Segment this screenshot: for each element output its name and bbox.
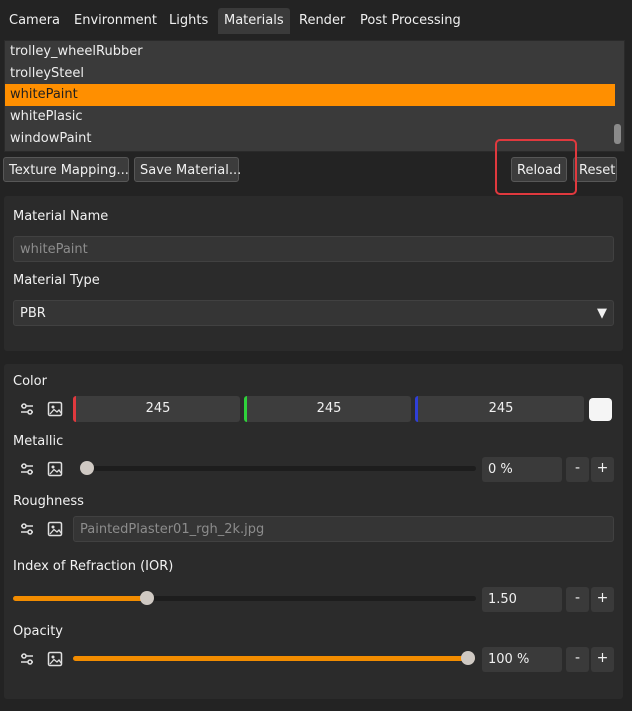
color-red-field[interactable]: 245 [73,396,240,422]
image-icon[interactable] [47,401,63,417]
roughness-label: Roughness [13,494,84,509]
metallic-value-field[interactable]: 0 % [482,457,562,482]
material-name-label: Material Name [13,209,109,224]
sliders-icon[interactable] [19,401,35,417]
reset-button[interactable]: Reset [573,157,617,182]
list-item[interactable]: whitePlasic [5,106,615,128]
opacity-increment-button[interactable]: + [591,647,614,672]
opacity-value-field[interactable]: 100 % [482,647,562,672]
sliders-icon[interactable] [19,461,35,477]
sliders-icon[interactable] [19,521,35,537]
color-label: Color [13,374,47,389]
material-type-value: PBR [20,306,46,321]
tab-lights[interactable]: Lights [163,8,214,34]
ior-increment-button[interactable]: + [591,587,614,612]
tab-render[interactable]: Render [293,8,351,34]
roughness-texture-field[interactable]: PaintedPlaster01_rgh_2k.jpg [73,516,614,542]
tab-post-processing[interactable]: Post Processing [354,8,467,34]
material-list[interactable]: trolley_wheelRubber trolleySteel whitePa… [4,40,625,152]
tab-bar: Camera Environment Lights Materials Rend… [0,8,632,34]
image-icon[interactable] [47,651,63,667]
material-type-dropdown[interactable]: PBR ▼ [13,300,614,326]
triangle-down-icon: ▼ [597,306,607,321]
ior-value-field[interactable]: 1.50 [482,587,562,612]
opacity-slider-knob[interactable] [461,651,475,665]
tab-camera[interactable]: Camera [3,8,66,34]
material-name-field[interactable]: whitePaint [13,236,614,262]
save-material-button[interactable]: Save Material... [134,157,241,182]
tab-materials[interactable]: Materials [218,8,290,34]
reload-highlight-box [495,139,577,195]
opacity-decrement-button[interactable]: - [566,647,589,672]
texture-mapping-button[interactable]: Texture Mapping... [3,157,129,182]
opacity-slider[interactable] [73,651,475,665]
color-green-field[interactable]: 245 [244,396,411,422]
ior-decrement-button[interactable]: - [566,587,589,612]
material-type-label: Material Type [13,273,100,288]
list-item[interactable]: trolley_wheelRubber [5,41,615,63]
metallic-slider[interactable] [80,461,476,475]
ior-slider[interactable] [13,591,476,605]
image-icon[interactable] [47,521,63,537]
metallic-slider-knob[interactable] [80,461,94,475]
sliders-icon[interactable] [19,651,35,667]
ior-slider-fill [13,596,148,601]
list-scrollbar[interactable] [614,124,621,144]
image-icon[interactable] [47,461,63,477]
metallic-label: Metallic [13,434,64,449]
metallic-decrement-button[interactable]: - [566,457,589,482]
color-swatch[interactable] [589,398,612,421]
list-item-selected[interactable]: whitePaint [5,84,615,106]
metallic-increment-button[interactable]: + [591,457,614,482]
ior-label: Index of Refraction (IOR) [13,559,174,574]
color-blue-field[interactable]: 245 [415,396,584,422]
list-item[interactable]: trolleySteel [5,63,615,85]
opacity-label: Opacity [13,624,64,639]
tab-environment[interactable]: Environment [68,8,163,34]
opacity-slider-fill [73,656,475,661]
